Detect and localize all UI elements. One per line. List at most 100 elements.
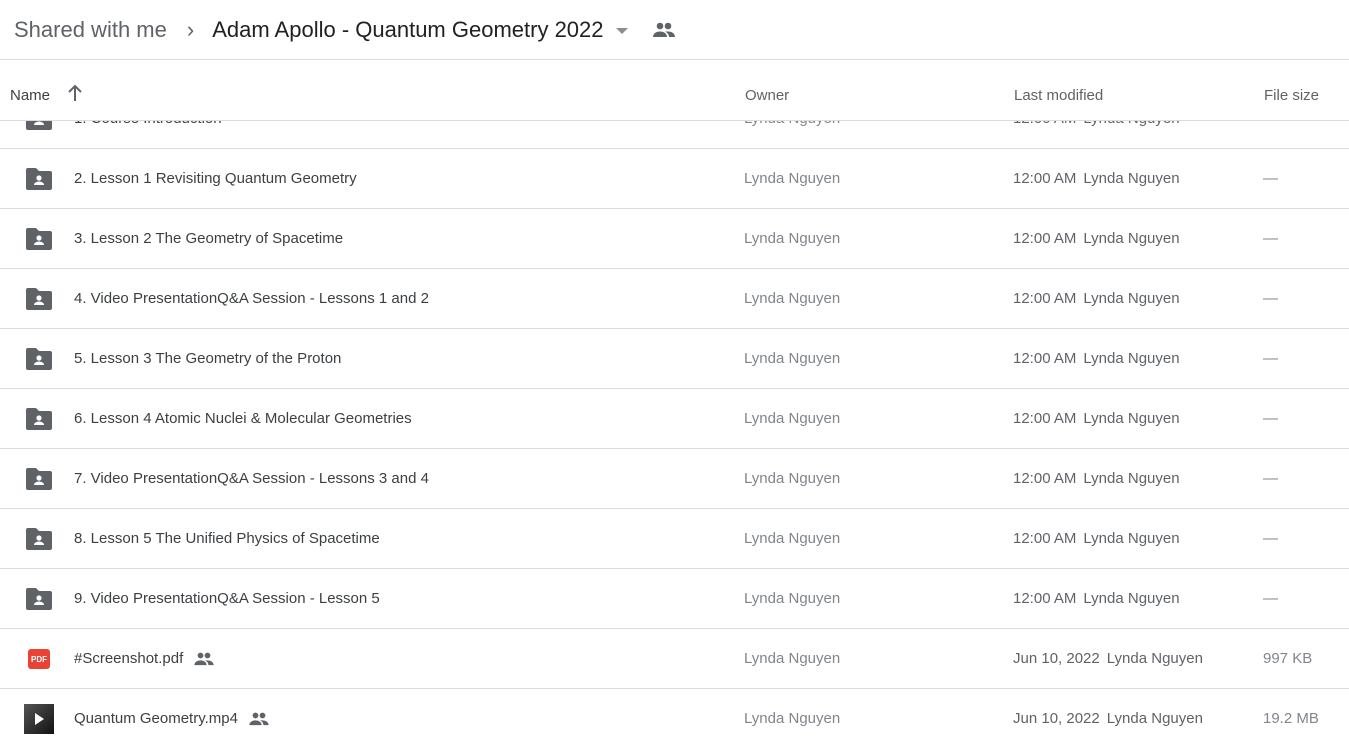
column-last-modified[interactable]: Last modified (1014, 87, 1103, 104)
file-row[interactable]: PDF #Screenshot.pdf Lynda Nguyen Jun 10,… (0, 629, 1349, 689)
sort-ascending-icon[interactable] (66, 83, 84, 107)
pdf-icon: PDF (28, 649, 50, 669)
shared-folder-icon (26, 288, 52, 310)
owner: Lynda Nguyen (744, 350, 841, 367)
file-name[interactable]: 2. Lesson 1 Revisiting Quantum Geometry (74, 170, 357, 187)
file-row[interactable]: 7. Video PresentationQ&A Session - Lesso… (0, 449, 1349, 509)
file-row[interactable]: 1. Course Introduction Lynda Nguyen 12:0… (0, 121, 1349, 149)
file-row[interactable]: 8. Lesson 5 The Unified Physics of Space… (0, 509, 1349, 569)
file-name[interactable]: 7. Video PresentationQ&A Session - Lesso… (74, 470, 429, 487)
file-name[interactable]: Quantum Geometry.mp4 (74, 710, 270, 727)
breadcrumb: Shared with me › Adam Apollo - Quantum G… (0, 0, 1349, 60)
modified-date: 12:00 AM (1013, 121, 1076, 127)
file-name[interactable]: 9. Video PresentationQ&A Session - Lesso… (74, 590, 380, 607)
file-row[interactable]: 9. Video PresentationQ&A Session - Lesso… (0, 569, 1349, 629)
modified-by: Lynda Nguyen (1083, 470, 1180, 487)
last-modified: 12:00 AM Lynda Nguyen (1013, 290, 1180, 307)
modified-by: Lynda Nguyen (1083, 530, 1180, 547)
column-file-size[interactable]: File size (1264, 87, 1319, 104)
owner: Lynda Nguyen (744, 590, 841, 607)
file-name-text: 1. Course Introduction (74, 121, 222, 127)
file-row[interactable]: 3. Lesson 2 The Geometry of Spacetime Ly… (0, 209, 1349, 269)
shared-folder-icon (26, 168, 52, 190)
shared-people-icon[interactable] (652, 22, 676, 38)
last-modified: 12:00 AM Lynda Nguyen (1013, 530, 1180, 547)
file-name-text: 7. Video PresentationQ&A Session - Lesso… (74, 470, 429, 487)
modified-by: Lynda Nguyen (1083, 410, 1180, 427)
last-modified: 12:00 AM Lynda Nguyen (1013, 170, 1180, 187)
shared-icon (248, 712, 270, 726)
file-size: 997 KB (1263, 650, 1313, 667)
file-name[interactable]: 5. Lesson 3 The Geometry of the Proton (74, 350, 341, 367)
modified-by: Lynda Nguyen (1106, 650, 1203, 667)
file-name-text: 3. Lesson 2 The Geometry of Spacetime (74, 230, 344, 247)
last-modified: Jun 10, 2022 Lynda Nguyen (1013, 650, 1203, 667)
owner: Lynda Nguyen (744, 470, 841, 487)
modified-date: 12:00 AM (1013, 290, 1077, 307)
play-icon (34, 713, 44, 725)
modified-date: 12:00 AM (1013, 530, 1077, 547)
file-row[interactable]: 4. Video PresentationQ&A Session - Lesso… (0, 269, 1349, 329)
file-name[interactable]: 3. Lesson 2 The Geometry of Spacetime (74, 230, 343, 247)
file-name-text: 6. Lesson 4 Atomic Nuclei & Molecular Ge… (74, 410, 412, 427)
file-name[interactable]: 4. Video PresentationQ&A Session - Lesso… (74, 290, 429, 307)
file-name[interactable]: 1. Course Introduction (74, 121, 222, 127)
file-size: — (1263, 350, 1278, 367)
file-size: 19.2 MB (1263, 710, 1319, 727)
file-name-text: #Screenshot.pdf (74, 650, 184, 667)
video-thumbnail-icon (24, 704, 54, 734)
owner: Lynda Nguyen (744, 410, 841, 427)
modified-by: Lynda Nguyen (1106, 710, 1203, 727)
modified-date: Jun 10, 2022 (1013, 650, 1100, 667)
modified-date: 12:00 AM (1013, 170, 1077, 187)
modified-date: 12:00 AM (1013, 350, 1077, 367)
breadcrumb-current-folder[interactable]: Adam Apollo - Quantum Geometry 2022 (212, 17, 603, 43)
file-size: — (1263, 470, 1278, 487)
file-size: — (1263, 290, 1278, 307)
modified-date: 12:00 AM (1013, 470, 1077, 487)
file-size: — (1263, 590, 1278, 607)
file-name[interactable]: #Screenshot.pdf (74, 650, 215, 667)
column-owner[interactable]: Owner (745, 87, 789, 104)
file-row[interactable]: 6. Lesson 4 Atomic Nuclei & Molecular Ge… (0, 389, 1349, 449)
file-row[interactable]: 5. Lesson 3 The Geometry of the Proton L… (0, 329, 1349, 389)
column-name[interactable]: Name (10, 87, 50, 104)
file-name-text: 4. Video PresentationQ&A Session - Lesso… (74, 290, 429, 307)
last-modified: 12:00 AM Lynda Nguyen (1013, 590, 1180, 607)
owner: Lynda Nguyen (744, 650, 841, 667)
owner: Lynda Nguyen (744, 170, 841, 187)
file-name[interactable]: 8. Lesson 5 The Unified Physics of Space… (74, 530, 380, 547)
column-header: Name Owner Last modified File size (0, 61, 1349, 121)
shared-folder-icon (26, 348, 52, 370)
file-row[interactable]: Quantum Geometry.mp4 Lynda Nguyen Jun 10… (0, 689, 1349, 745)
modified-by: Lynda Nguyen (1083, 170, 1180, 187)
shared-folder-icon (26, 408, 52, 430)
file-name[interactable]: 6. Lesson 4 Atomic Nuclei & Molecular Ge… (74, 410, 412, 427)
dropdown-arrow-icon[interactable] (615, 27, 628, 34)
shared-folder-icon (26, 468, 52, 490)
last-modified: 12:00 AM Lynda Nguyen (1013, 121, 1180, 127)
breadcrumb-shared-with-me[interactable]: Shared with me (14, 17, 167, 43)
file-name-text: 2. Lesson 1 Revisiting Quantum Geometry (74, 170, 357, 187)
shared-folder-icon (26, 588, 52, 610)
last-modified: 12:00 AM Lynda Nguyen (1013, 230, 1180, 247)
owner: Lynda Nguyen (744, 530, 841, 547)
modified-date: 12:00 AM (1013, 590, 1077, 607)
file-row[interactable]: 2. Lesson 1 Revisiting Quantum Geometry … (0, 149, 1349, 209)
owner: Lynda Nguyen (744, 121, 840, 127)
file-size: — (1263, 230, 1278, 247)
owner: Lynda Nguyen (744, 710, 841, 727)
modified-by: Lynda Nguyen (1083, 121, 1179, 127)
modified-by: Lynda Nguyen (1083, 230, 1180, 247)
shared-folder-icon (26, 528, 52, 550)
file-name-text: 9. Video PresentationQ&A Session - Lesso… (74, 590, 380, 607)
modified-date: Jun 10, 2022 (1013, 710, 1100, 727)
modified-by: Lynda Nguyen (1083, 350, 1180, 367)
modified-date: 12:00 AM (1013, 410, 1077, 427)
last-modified: Jun 10, 2022 Lynda Nguyen (1013, 710, 1203, 727)
modified-by: Lynda Nguyen (1083, 590, 1180, 607)
modified-by: Lynda Nguyen (1083, 290, 1180, 307)
file-list[interactable]: 1. Course Introduction Lynda Nguyen 12:0… (0, 121, 1349, 745)
owner: Lynda Nguyen (744, 230, 841, 247)
file-name-text: Quantum Geometry.mp4 (74, 710, 238, 727)
